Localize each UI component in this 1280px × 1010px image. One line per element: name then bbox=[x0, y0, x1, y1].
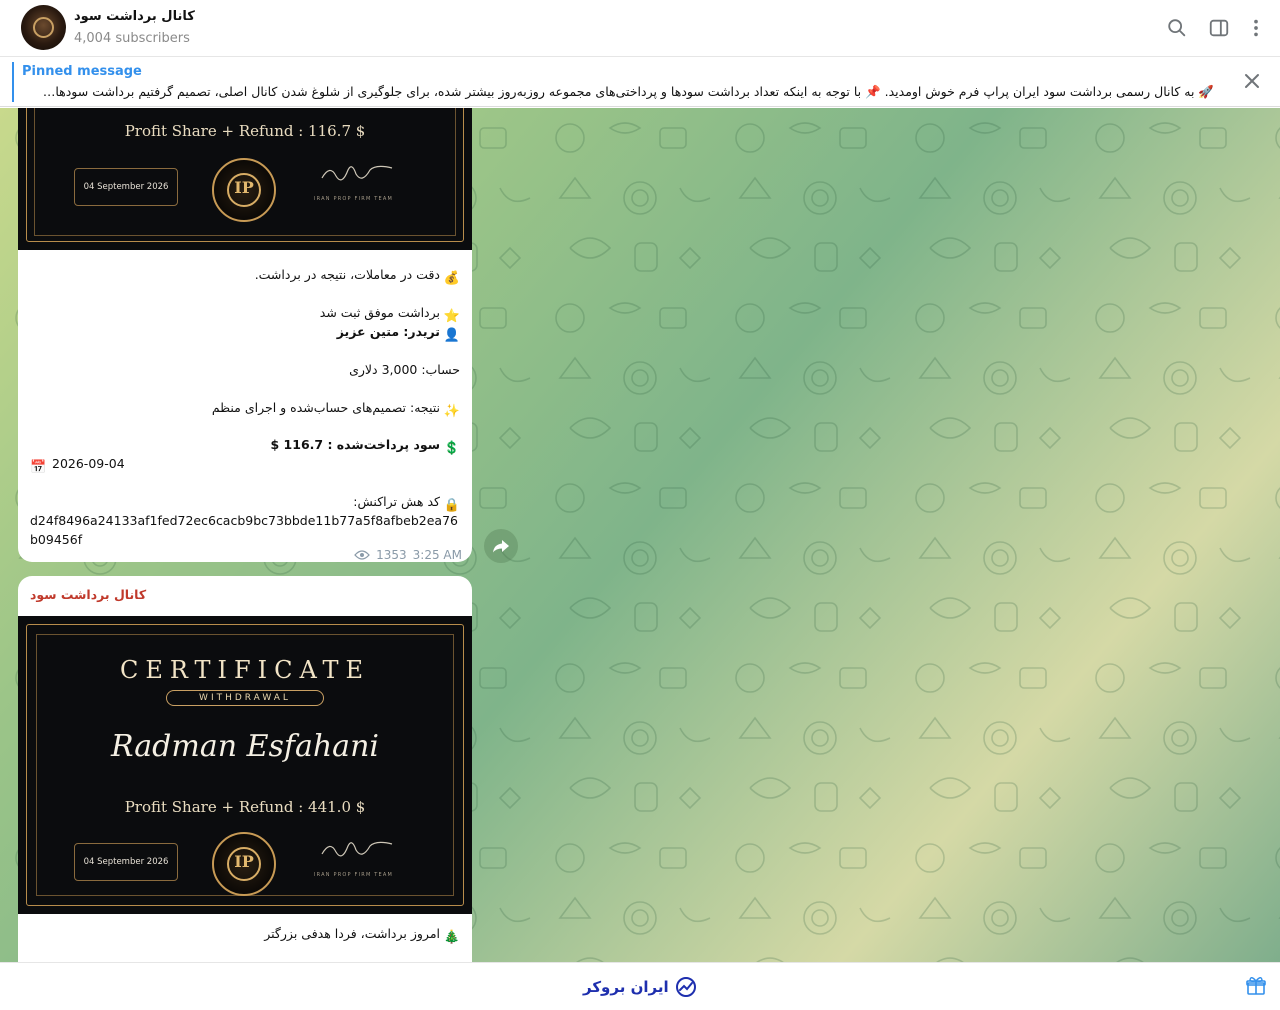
message-time: 3:25 AM bbox=[412, 548, 462, 562]
search-icon[interactable] bbox=[1165, 16, 1189, 40]
pinned-label: Pinned message bbox=[22, 64, 142, 79]
close-icon[interactable] bbox=[1242, 71, 1262, 91]
seal-logo: IP bbox=[234, 852, 254, 871]
more-vertical-icon[interactable] bbox=[1244, 16, 1268, 40]
line-text: نتیجه: تصمیم‌های حساب‌شده و اجرای منظم bbox=[211, 400, 440, 415]
signature-icon bbox=[321, 841, 393, 857]
certificate-title: CERTIFICATE bbox=[119, 656, 371, 684]
gift-icon[interactable] bbox=[1246, 976, 1266, 996]
certificate-profit: Profit Share + Refund : 441.0 $ bbox=[124, 798, 366, 816]
user-icon: 👤 bbox=[443, 328, 460, 343]
message-date-line: 📅 2026-09-04 bbox=[30, 456, 125, 476]
line-text: سود پرداخت‌شده : 116.7 $ bbox=[270, 437, 440, 452]
certificate-seal: IP bbox=[212, 158, 276, 222]
message-line: 💲سود پرداخت‌شده : 116.7 $ bbox=[270, 437, 460, 457]
message-bubble[interactable]: Profit Share + Refund : 116.7 $ 04 Septe… bbox=[18, 108, 472, 562]
calendar-icon: 📅 bbox=[30, 460, 47, 475]
chat-background: Profit Share + Refund : 116.7 $ 04 Septe… bbox=[0, 108, 1280, 962]
brand-chart-icon bbox=[675, 977, 696, 997]
seal-logo: IP bbox=[234, 178, 254, 197]
certificate-date: 04 September 2026 bbox=[74, 168, 178, 206]
line-text: امروز برداشت، فردا هدفی بزرگتر bbox=[264, 926, 440, 941]
subscriber-count: 4,004 subscribers bbox=[74, 31, 190, 46]
sparkle-icon: ✨ bbox=[443, 404, 460, 419]
certificate-image[interactable]: CERTIFICATE WITHDRAWAL Radman Esfahani P… bbox=[18, 616, 472, 914]
channel-title[interactable]: کانال برداشت سود bbox=[74, 9, 195, 24]
message-line: ✨نتیجه: تصمیم‌های حساب‌شده و اجرای منظم bbox=[212, 400, 460, 420]
brand-logo[interactable]: ایران بروکر bbox=[583, 976, 697, 998]
pinned-text: 🚀 به کانال رسمی برداشت سود ایران پراپ فر… bbox=[34, 84, 1214, 99]
certificate-date: 04 September 2026 bbox=[74, 843, 178, 881]
message-sender[interactable]: کانال برداشت سود bbox=[30, 587, 146, 602]
signature-icon bbox=[321, 165, 393, 181]
line-text: تریدر: متین عزیز bbox=[336, 324, 440, 339]
forward-icon[interactable] bbox=[484, 529, 518, 563]
brand-name: ایران بروکر bbox=[583, 978, 669, 996]
line-text: دقت در معاملات، نتیجه در برداشت. bbox=[254, 267, 440, 282]
certificate-team: IRAN PROP FIRM TEAM bbox=[314, 872, 394, 878]
telegram-window: کانال برداشت سود 4,004 subscribers Pinne… bbox=[0, 0, 1280, 1010]
certificate-team: IRAN PROP FIRM TEAM bbox=[314, 196, 394, 202]
eye-icon bbox=[354, 550, 370, 560]
transaction-hash[interactable]: d24f8496a24133af1fed72ec6cacb9bc73bbde11… bbox=[30, 511, 462, 549]
message-line: حساب: 3,000 دلاری bbox=[349, 362, 460, 377]
certificate-profit: Profit Share + Refund : 116.7 $ bbox=[124, 122, 366, 140]
sidebar-toggle-icon[interactable] bbox=[1207, 16, 1231, 40]
pinned-indicator bbox=[12, 62, 14, 102]
message-line: 🎄امروز برداشت، فردا هدفی بزرگتر bbox=[264, 926, 460, 946]
line-text: کد هش تراکنش: bbox=[353, 494, 440, 509]
certificate-subtitle: WITHDRAWAL bbox=[166, 690, 324, 706]
view-count: 1353 bbox=[376, 548, 407, 562]
certificate-image[interactable]: Profit Share + Refund : 116.7 $ 04 Septe… bbox=[18, 108, 472, 250]
channel-avatar[interactable] bbox=[21, 5, 66, 50]
money-bag-icon: 💰 bbox=[443, 271, 460, 286]
avatar-logo bbox=[33, 17, 54, 38]
line-date: 2026-09-04 bbox=[52, 456, 125, 471]
footer-bar: ایران بروکر bbox=[0, 962, 1280, 1010]
star-icon: ⭐ bbox=[443, 309, 460, 324]
chat-header: کانال برداشت سود 4,004 subscribers bbox=[0, 0, 1280, 57]
message-line: ⭐برداشت موفق ثبت شد bbox=[320, 305, 460, 325]
line-text: برداشت موفق ثبت شد bbox=[319, 305, 440, 320]
message-bubble[interactable]: کانال برداشت سود CERTIFICATE WITHDRAWAL … bbox=[18, 576, 472, 962]
pinned-message-bar[interactable]: Pinned message 🚀 به کانال رسمی برداشت سو… bbox=[0, 57, 1280, 107]
certificate-seal: IP bbox=[212, 832, 276, 896]
message-line: 💰دقت در معاملات، نتیجه در برداشت. bbox=[255, 267, 460, 287]
certificate-name: Radman Esfahani bbox=[111, 729, 379, 764]
tree-icon: 🎄 bbox=[443, 930, 460, 945]
message-meta: 1353 3:25 AM bbox=[354, 548, 462, 562]
line-text: حساب: 3,000 دلاری bbox=[349, 362, 460, 377]
dollar-icon: 💲 bbox=[443, 441, 460, 456]
message-line: 👤تریدر: متین عزیز bbox=[337, 324, 460, 344]
